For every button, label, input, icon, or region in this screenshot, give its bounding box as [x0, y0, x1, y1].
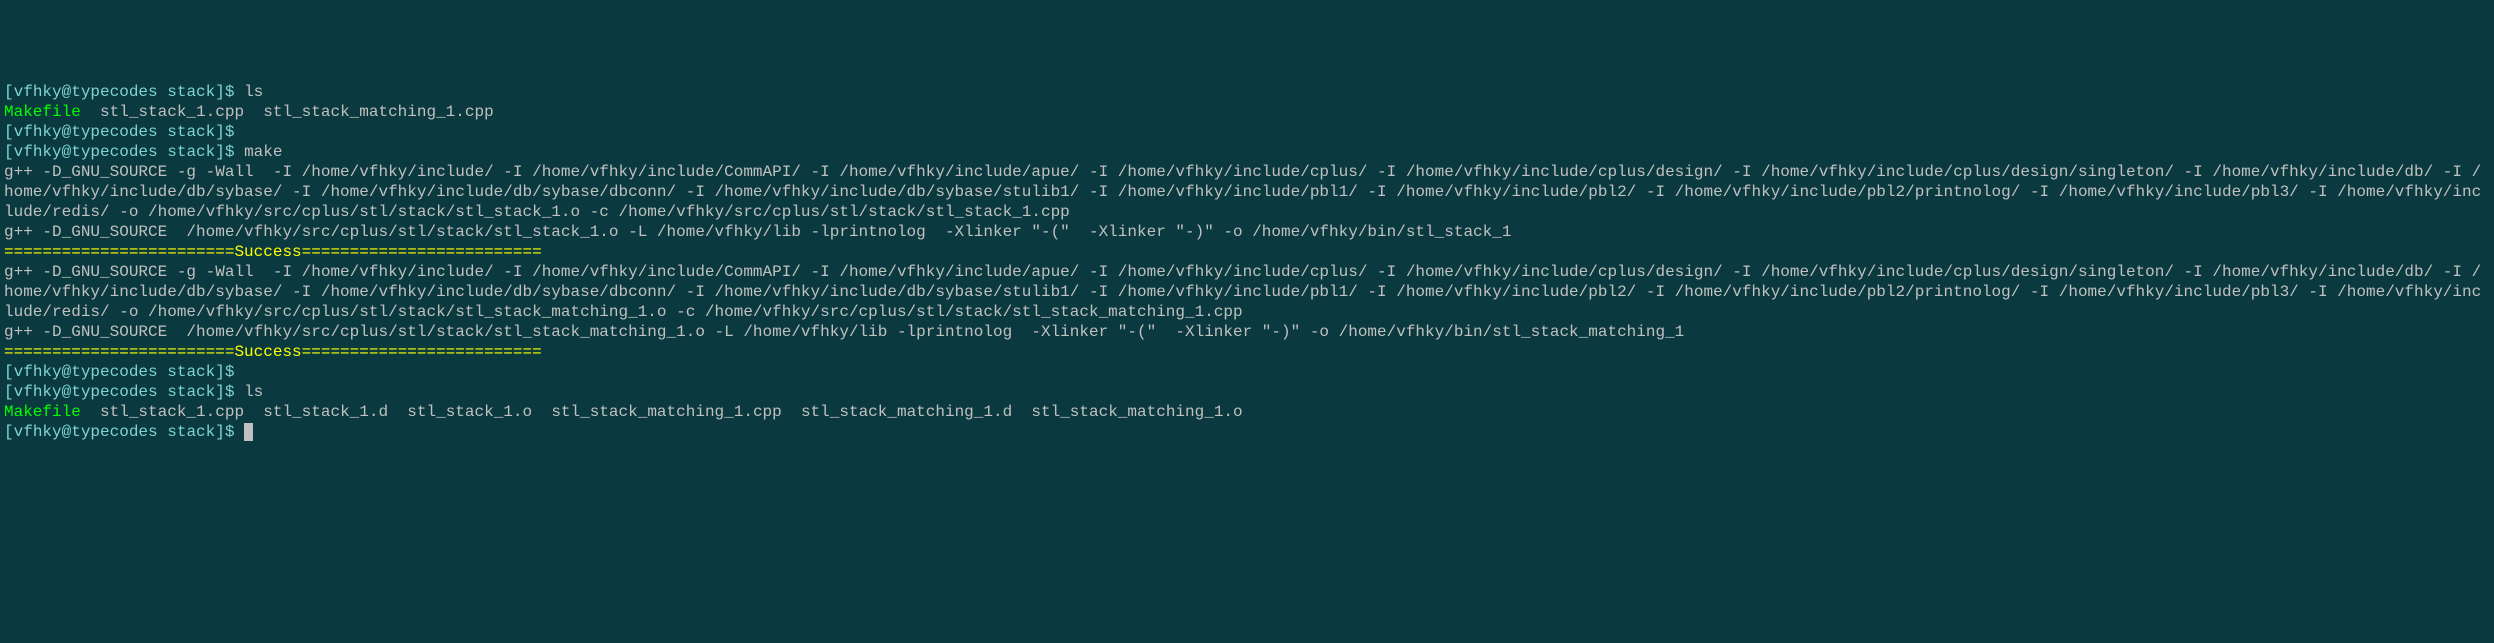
- cursor-icon: [244, 423, 253, 441]
- file-makefile: Makefile: [4, 103, 81, 121]
- prompt-path: stack: [167, 363, 215, 381]
- file-stl-stack-1-d: stl_stack_1.d: [263, 403, 388, 421]
- file-stl-stack-1-cpp-2: stl_stack_1.cpp: [100, 403, 244, 421]
- prompt-close: ]$: [215, 383, 234, 401]
- prompt-path: stack: [167, 83, 215, 101]
- prompt-line-2: [vfhky@typecodes stack]$: [4, 122, 2490, 142]
- prompt-line-5: [vfhky@typecodes stack]$ ls: [4, 382, 2490, 402]
- prompt-userhost: vfhky@typecodes: [14, 123, 158, 141]
- prompt-userhost: vfhky@typecodes: [14, 383, 158, 401]
- terminal-content[interactable]: [vfhky@typecodes stack]$ lsMakefile stl_…: [4, 82, 2490, 442]
- prompt-path: stack: [167, 423, 215, 441]
- prompt-open: [: [4, 383, 14, 401]
- prompt-line-1: [vfhky@typecodes stack]$ ls: [4, 82, 2490, 102]
- prompt-line-6: [vfhky@typecodes stack]$: [4, 422, 2490, 442]
- prompt-path: stack: [167, 123, 215, 141]
- success-line-1: ========================Success=========…: [4, 242, 2490, 262]
- prompt-close: ]$: [215, 83, 234, 101]
- prompt-close: ]$: [215, 363, 234, 381]
- prompt-line-3: [vfhky@typecodes stack]$ make: [4, 142, 2490, 162]
- file-stl-stack-1-o: stl_stack_1.o: [407, 403, 532, 421]
- prompt-open: [: [4, 423, 14, 441]
- prompt-close: ]$: [215, 143, 234, 161]
- file-stl-stack-1-cpp: stl_stack_1.cpp: [100, 103, 244, 121]
- command-make: make: [244, 143, 282, 161]
- prompt-userhost: vfhky@typecodes: [14, 423, 158, 441]
- prompt-open: [: [4, 143, 14, 161]
- prompt-userhost: vfhky@typecodes: [14, 363, 158, 381]
- prompt-open: [: [4, 123, 14, 141]
- ls-output-2: Makefile stl_stack_1.cpp stl_stack_1.d s…: [4, 402, 2490, 422]
- ls-output-1: Makefile stl_stack_1.cpp stl_stack_match…: [4, 102, 2490, 122]
- link-output-2: g++ -D_GNU_SOURCE /home/vfhky/src/cplus/…: [4, 322, 2490, 342]
- file-stl-stack-matching-1-d: stl_stack_matching_1.d: [801, 403, 1012, 421]
- prompt-path: stack: [167, 143, 215, 161]
- prompt-open: [: [4, 363, 14, 381]
- file-stl-stack-matching-1-o: stl_stack_matching_1.o: [1031, 403, 1242, 421]
- prompt-close: ]$: [215, 423, 234, 441]
- prompt-path: stack: [167, 383, 215, 401]
- link-output-1: g++ -D_GNU_SOURCE /home/vfhky/src/cplus/…: [4, 222, 2490, 242]
- prompt-open: [: [4, 83, 14, 101]
- command-ls: ls: [244, 83, 263, 101]
- file-makefile-2: Makefile: [4, 403, 81, 421]
- success-line-2: ========================Success=========…: [4, 342, 2490, 362]
- prompt-line-4: [vfhky@typecodes stack]$: [4, 362, 2490, 382]
- compile-output-1: g++ -D_GNU_SOURCE -g -Wall -I /home/vfhk…: [4, 162, 2490, 222]
- prompt-userhost: vfhky@typecodes: [14, 143, 158, 161]
- compile-output-2: g++ -D_GNU_SOURCE -g -Wall -I /home/vfhk…: [4, 262, 2490, 322]
- file-stl-stack-matching-1-cpp-2: stl_stack_matching_1.cpp: [551, 403, 781, 421]
- file-stl-stack-matching-1-cpp: stl_stack_matching_1.cpp: [263, 103, 493, 121]
- prompt-userhost: vfhky@typecodes: [14, 83, 158, 101]
- prompt-close: ]$: [215, 123, 234, 141]
- command-ls-2: ls: [244, 383, 263, 401]
